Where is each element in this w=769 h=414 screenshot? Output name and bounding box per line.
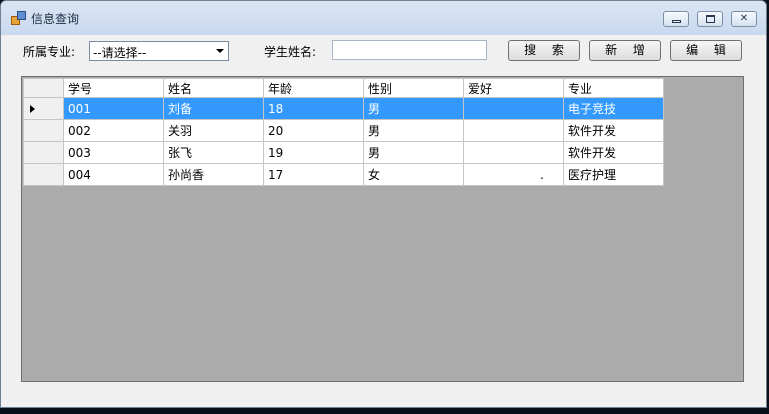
column-header[interactable]: 学号 [63, 78, 164, 98]
app-icon [11, 11, 26, 25]
table-row[interactable]: 004 孙尚香 17 女 . 医疗护理 [23, 163, 664, 186]
table-cell[interactable]: 刘备 [163, 97, 264, 120]
table-cell[interactable] [463, 119, 564, 142]
major-label: 所属专业: [23, 45, 76, 59]
student-table: 学号 姓名 年龄 性别 爱好 专业 001 刘备 18 男 电子竞技 002 关… [23, 78, 664, 186]
table-cell[interactable]: 001 [63, 97, 164, 120]
table-row[interactable]: 003 张飞 19 男 软件开发 [23, 141, 664, 164]
column-header[interactable]: 专业 [563, 78, 664, 98]
column-header[interactable]: 性别 [363, 78, 464, 98]
table-cell[interactable]: 19 [263, 141, 364, 164]
table-cell[interactable]: 002 [63, 119, 164, 142]
table-row[interactable]: 001 刘备 18 男 电子竞技 [23, 97, 664, 120]
row-header[interactable] [23, 119, 64, 142]
table-cell[interactable]: 18 [263, 97, 364, 120]
table-cell[interactable]: 男 [363, 97, 464, 120]
row-pointer-icon [30, 105, 35, 113]
name-input[interactable] [332, 40, 487, 60]
table-cell[interactable]: 孙尚香 [163, 163, 264, 186]
row-header[interactable] [23, 141, 64, 164]
table-cell[interactable]: 电子竞技 [563, 97, 664, 120]
table-cell[interactable]: 医疗护理 [563, 163, 664, 186]
table-cell[interactable]: 男 [363, 141, 464, 164]
close-icon: ✕ [739, 13, 749, 24]
search-button[interactable]: 搜 索 [508, 40, 580, 61]
table-cell[interactable] [463, 97, 564, 120]
maximize-icon [706, 15, 715, 23]
column-header[interactable]: 爱好 [463, 78, 564, 98]
major-select[interactable]: --请选择-- [89, 41, 229, 61]
table-cell[interactable]: 男 [363, 119, 464, 142]
table-cell[interactable]: 关羽 [163, 119, 264, 142]
table-header-row: 学号 姓名 年龄 性别 爱好 专业 [23, 78, 664, 98]
table-cell[interactable]: 软件开发 [563, 119, 664, 142]
table-cell[interactable]: 张飞 [163, 141, 264, 164]
maximize-button[interactable] [697, 11, 723, 27]
window-title: 信息查询 [31, 12, 80, 26]
minimize-icon [672, 20, 681, 23]
name-label: 学生姓名: [264, 45, 317, 59]
close-button[interactable]: ✕ [731, 11, 757, 27]
row-header[interactable] [23, 163, 64, 186]
row-header-corner [23, 78, 64, 98]
table-cell[interactable]: 003 [63, 141, 164, 164]
major-select-value: --请选择-- [93, 46, 147, 60]
table-cell[interactable]: . [463, 163, 564, 186]
minimize-button[interactable] [663, 11, 689, 27]
table-cell[interactable]: 女 [363, 163, 464, 186]
table-cell[interactable]: 004 [63, 163, 164, 186]
row-header[interactable] [23, 97, 64, 120]
main-window: 信息查询 ✕ 所属专业: --请选择-- 学生姓名: 搜 索 新 增 编 辑 学… [0, 0, 767, 408]
add-button[interactable]: 新 增 [589, 40, 661, 61]
table-cell[interactable]: 软件开发 [563, 141, 664, 164]
title-bar[interactable]: 信息查询 ✕ [1, 1, 766, 35]
table-cell[interactable]: 20 [263, 119, 364, 142]
edit-button[interactable]: 编 辑 [670, 40, 742, 61]
table-cell[interactable]: 17 [263, 163, 364, 186]
chevron-down-icon[interactable] [216, 49, 224, 53]
table-row[interactable]: 002 关羽 20 男 软件开发 [23, 119, 664, 142]
student-grid[interactable]: 学号 姓名 年龄 性别 爱好 专业 001 刘备 18 男 电子竞技 002 关… [21, 76, 744, 382]
table-cell[interactable] [463, 141, 564, 164]
column-header[interactable]: 姓名 [163, 78, 264, 98]
column-header[interactable]: 年龄 [263, 78, 364, 98]
